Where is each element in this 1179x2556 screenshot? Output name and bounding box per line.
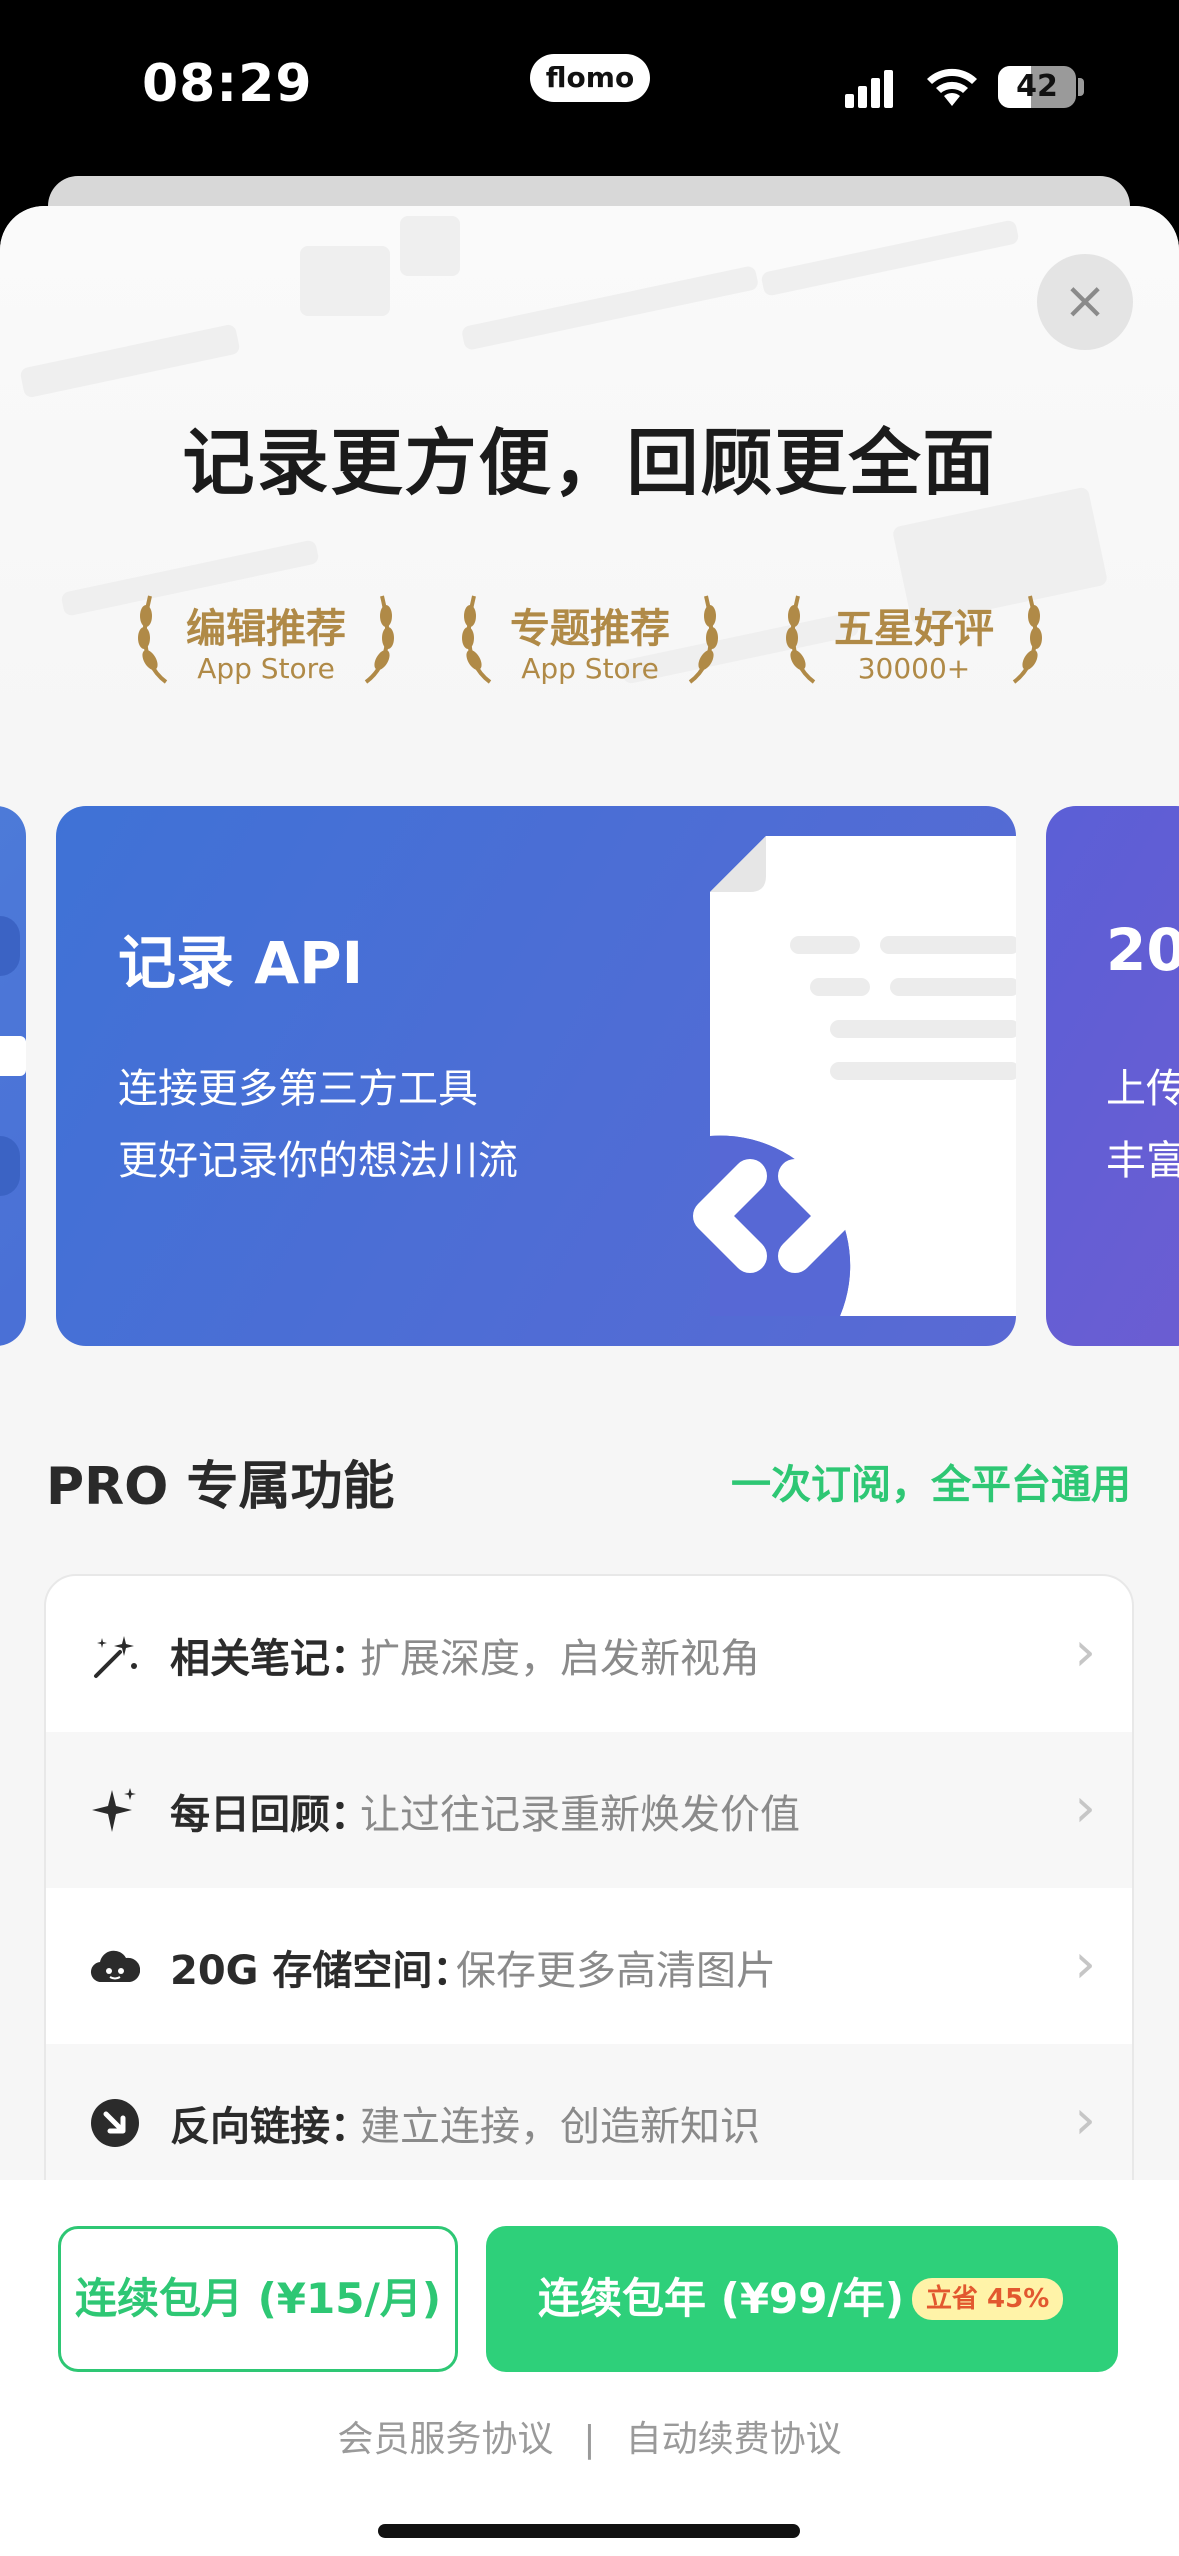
feature-description: 建立连接，创造新知识 <box>360 2104 760 2150</box>
award-title: 编辑推荐 <box>186 606 346 652</box>
carousel-card-api[interactable]: 记录 API 连接更多第三方工具 更好记录你的想法川流 <box>56 806 1016 1346</box>
app-pill[interactable]: flomo <box>530 54 650 102</box>
battery-level: 42 <box>1016 69 1058 104</box>
feature-name: 相关笔记： <box>170 1636 370 1682</box>
card-line: 上传 <box>1106 1066 1179 1112</box>
card-decoration <box>0 916 20 976</box>
chevron-right-icon: › <box>1074 1776 1096 1839</box>
service-agreement-link[interactable]: 会员服务协议 <box>337 2419 553 2460</box>
sparkle-wand-icon <box>94 1636 137 1678</box>
awards-row: 编辑推荐 App Store 专题推荐 App Store 五星好评 30000… <box>0 586 1179 706</box>
agreement-links: 会员服务协议 | 自动续费协议 <box>0 2410 1179 2462</box>
section-title: PRO 专属功能 <box>46 1457 395 1517</box>
auto-renew-agreement-link[interactable]: 自动续费协议 <box>626 2419 842 2460</box>
award-subtitle: App Store <box>197 652 335 685</box>
feature-name: 反向链接： <box>170 2104 370 2150</box>
card-decoration <box>0 1136 20 1196</box>
screen: 08:29 flomo 42 × 记录更方便，回顾更全面 编辑推荐 App St… <box>0 0 1179 2556</box>
laurel-right-icon <box>364 595 394 684</box>
carousel-card-previous[interactable] <box>0 806 26 1346</box>
award-editors-choice: 编辑推荐 App Store <box>136 586 396 706</box>
purchase-bar: 连续包月 (¥15/月) 连续包年 (¥99/年) 立省 45% 会员服务协议 |… <box>0 2180 1179 2556</box>
chevron-right-icon: › <box>1074 1620 1096 1683</box>
award-five-star: 五星好评 30000+ <box>784 586 1044 706</box>
award-title: 五星好评 <box>834 606 994 652</box>
chevron-right-icon: › <box>1074 2088 1096 2151</box>
page-title: 记录更方便，回顾更全面 <box>182 421 997 505</box>
arrow-down-right-icon <box>91 2099 139 2147</box>
chevron-right-icon: › <box>1074 1932 1096 1995</box>
feature-item-backlinks[interactable]: 反向链接： 建立连接，创造新知识 › <box>46 2044 1132 2200</box>
yearly-subscription-label: 连续包年 (¥99/年) <box>538 2274 905 2323</box>
feature-item-storage[interactable]: 20G 存储空间： 保存更多高清图片 › <box>46 1888 1132 2044</box>
feature-description: 扩展深度，启发新视角 <box>360 1636 760 1682</box>
feature-name: 每日回顾： <box>170 1792 370 1838</box>
cellular-signal-icon <box>845 66 905 108</box>
status-time: 08:29 <box>142 54 313 114</box>
link-separator: | <box>583 2419 596 2460</box>
battery-cap <box>1078 78 1084 96</box>
status-bar: 08:29 flomo 42 <box>0 0 1179 170</box>
sparkle-icon <box>92 1788 136 1832</box>
feature-description: 让过往记录重新焕发价值 <box>360 1792 800 1838</box>
feature-list: 相关笔记： 扩展深度，启发新视角 › 每日回顾： 让过往记录重新焕发价值 › 2… <box>44 1574 1134 2274</box>
feature-name: 20G 存储空间： <box>170 1948 473 1994</box>
document-code-icon <box>693 836 1016 1316</box>
section-note: 一次订阅，全平台通用 <box>731 1462 1131 1508</box>
close-button[interactable]: × <box>1037 254 1133 350</box>
yearly-subscription-button[interactable]: 连续包年 (¥99/年) 立省 45% <box>486 2226 1118 2372</box>
card-line: 连接更多第三方工具 <box>118 1066 478 1112</box>
cloud-icon <box>91 1950 140 1983</box>
card-decoration <box>0 1036 26 1076</box>
card-title: 记录 API <box>118 929 364 997</box>
home-indicator[interactable] <box>378 2524 800 2538</box>
card-title: 20 <box>1106 916 1179 984</box>
monthly-subscription-button[interactable]: 连续包月 (¥15/月) <box>58 2226 458 2372</box>
feature-item-related-notes[interactable]: 相关笔记： 扩展深度，启发新视角 › <box>46 1576 1132 1732</box>
battery-icon: 42 <box>998 66 1076 108</box>
card-line: 丰富 <box>1106 1138 1179 1184</box>
feature-item-daily-review[interactable]: 每日回顾： 让过往记录重新焕发价值 › <box>46 1732 1132 1888</box>
laurel-right-icon <box>688 595 718 684</box>
award-subtitle: 30000+ <box>857 652 971 685</box>
award-title: 专题推荐 <box>510 606 670 652</box>
award-featured: 专题推荐 App Store <box>460 586 720 706</box>
card-line: 更好记录你的想法川流 <box>118 1138 518 1184</box>
carousel-card-next[interactable]: 20 上传 丰富 <box>1046 806 1179 1346</box>
laurel-right-icon <box>1012 595 1042 684</box>
wifi-icon <box>927 68 977 106</box>
feature-description: 保存更多高清图片 <box>456 1948 776 1994</box>
award-subtitle: App Store <box>521 652 659 685</box>
savings-badge: 立省 45% <box>912 2278 1064 2320</box>
